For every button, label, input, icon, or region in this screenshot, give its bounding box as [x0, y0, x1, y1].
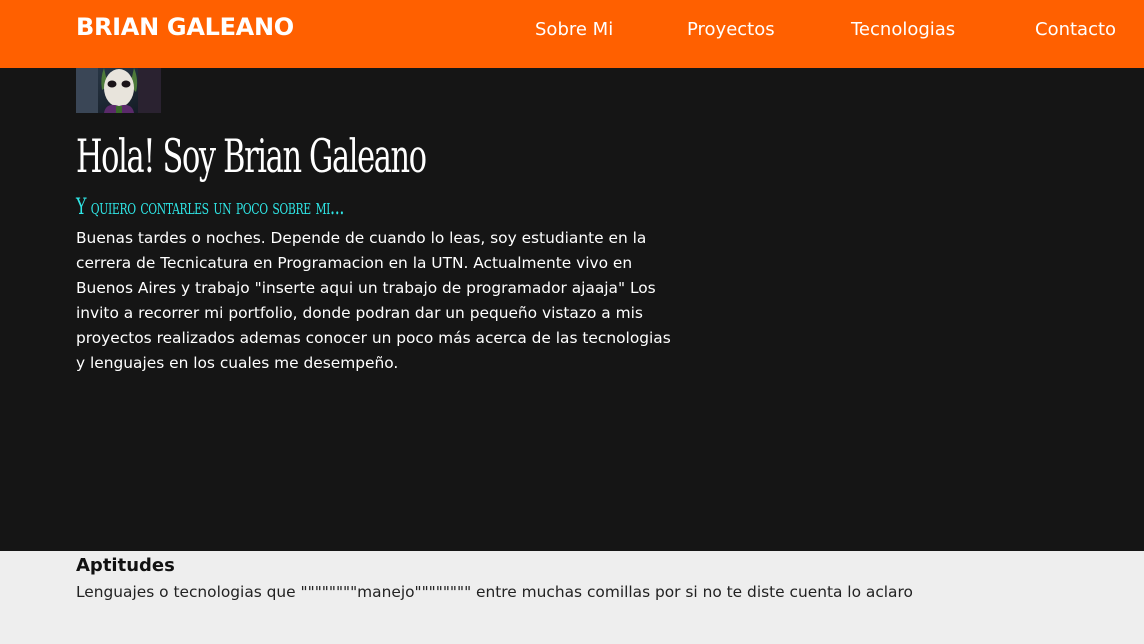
skills-section: Aptitudes Lenguajes o tecnologias que ""… — [0, 551, 1144, 644]
page-title: Hola! Soy Brian Galeano — [76, 129, 427, 183]
nav-link-tecnologias[interactable]: Tecnologias — [851, 19, 955, 40]
about-me-section: Hola! Soy Brian Galeano Y quiero contarl… — [0, 68, 1144, 551]
nav-link-proyectos[interactable]: Proyectos — [687, 19, 775, 40]
avatar — [76, 68, 161, 113]
nav-link-contacto[interactable]: Contacto — [1035, 19, 1116, 40]
top-navbar: BRIAN GALEANO Sobre Mi Proyectos Tecnolo… — [0, 0, 1144, 68]
joker-profile-picture-icon — [76, 68, 161, 113]
skills-heading: Aptitudes — [76, 555, 175, 576]
about-paragraph: Buenas tardes o noches. Depende de cuand… — [76, 229, 671, 372]
page-subtitle: Y quiero contarles un poco sobre mi... — [76, 195, 345, 220]
nav-link-sobre-mi[interactable]: Sobre Mi — [535, 19, 613, 40]
skills-description: Lenguajes o tecnologias que """"""""mane… — [76, 583, 913, 601]
brand-logo-text[interactable]: BRIAN GALEANO — [76, 13, 294, 41]
